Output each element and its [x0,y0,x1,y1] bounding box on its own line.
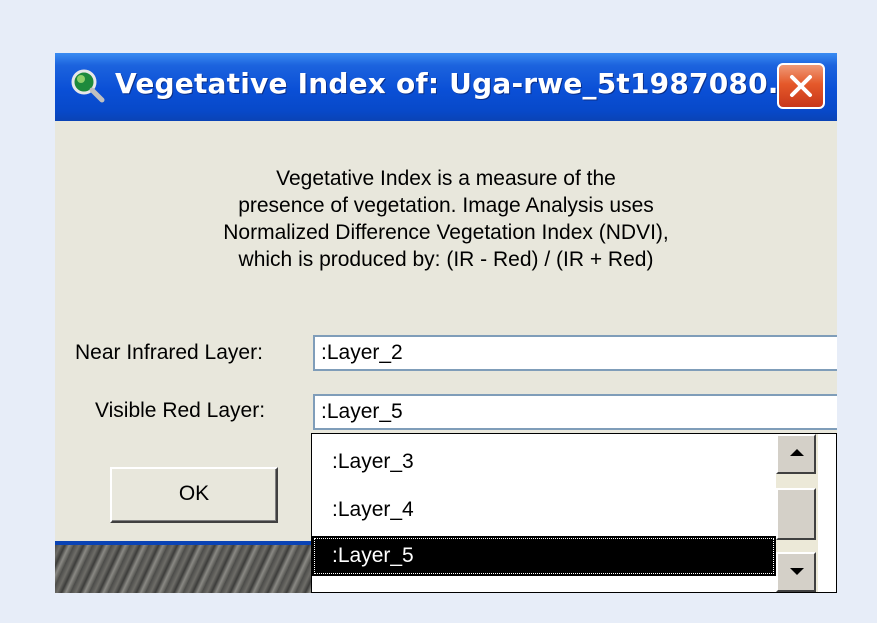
dropdown-option-selected[interactable]: :Layer_5 [312,536,776,576]
dropdown-option-label: :Layer_5 [332,544,414,567]
description-line: presence of vegetation. Image Analysis u… [238,194,654,217]
scroll-down-button[interactable] [776,552,816,592]
visible-red-label: Visible Red Layer: [95,399,266,422]
description-line: Normalized Difference Vegetation Index (… [223,221,669,244]
chevron-up-icon [790,449,804,456]
dropdown-option[interactable]: :Layer_3 [312,442,776,482]
title-bar[interactable]: Vegetative Index of: Uga-rwe_5t1987080..… [55,53,837,121]
close-button[interactable] [777,63,825,109]
near-infrared-label: Near Infrared Layer: [75,341,263,364]
scroll-thumb[interactable] [776,488,816,540]
dropdown-option-label: :Layer_3 [332,450,414,473]
scroll-up-button[interactable] [776,434,816,474]
window-title: Vegetative Index of: Uga-rwe_5t1987080..… [115,67,801,100]
near-infrared-select[interactable]: :Layer_2 [313,335,837,371]
dropdown-option-label: :Layer_4 [332,498,414,521]
description-text: Vegetative Index is a measure of the pre… [75,165,817,273]
dropdown-scrollbar[interactable] [776,434,818,592]
dropdown-option[interactable]: :Layer_4 [312,490,776,530]
near-infrared-value: :Layer_2 [321,341,403,364]
visible-red-select[interactable]: :Layer_5 [313,394,837,430]
magnifier-icon [71,69,105,103]
visible-red-value: :Layer_5 [321,400,403,423]
close-icon [790,75,812,97]
chevron-down-icon [790,568,804,575]
visible-red-dropdown-list[interactable]: :Layer_3 :Layer_4 :Layer_5 [311,433,837,593]
description-line: Vegetative Index is a measure of the [276,167,616,190]
description-line: which is produced by: (IR - Red) / (IR +… [238,248,654,271]
ok-button[interactable]: OK [110,467,278,523]
dialog-window: Vegetative Index of: Uga-rwe_5t1987080..… [55,53,837,593]
